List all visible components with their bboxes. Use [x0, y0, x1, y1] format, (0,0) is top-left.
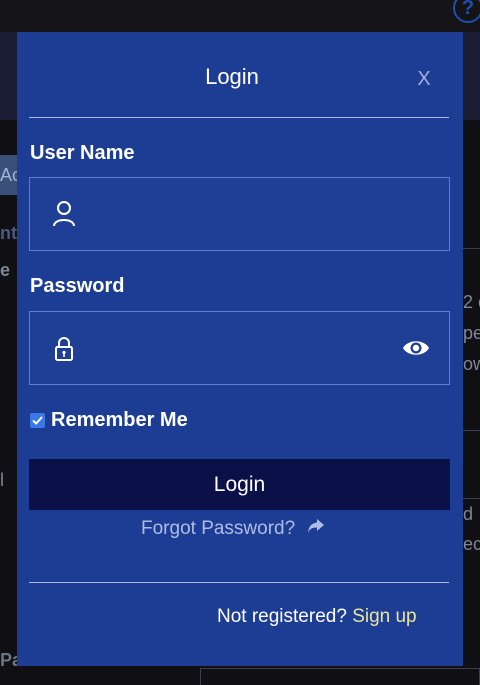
background-divider: [462, 498, 480, 499]
background-text: ec: [463, 534, 480, 554]
username-input[interactable]: [90, 178, 390, 250]
background-topbar: [0, 0, 480, 32]
username-label: User Name: [30, 142, 135, 164]
background-text: e: [0, 260, 11, 280]
remember-me-checkbox[interactable]: [30, 412, 45, 428]
background-divider: [462, 430, 480, 431]
login-modal: Login X User Name Password Remember Me L…: [17, 32, 463, 666]
password-label: Password: [30, 275, 125, 297]
background-box: [200, 668, 480, 685]
remember-me-label[interactable]: Remember Me: [51, 409, 188, 432]
forgot-password-label[interactable]: Forgot Password?: [141, 518, 295, 540]
background-text: 2 c: [463, 292, 480, 312]
background-text: pe: [463, 323, 480, 343]
header-divider: [29, 117, 449, 118]
background-text: ow: [463, 354, 480, 374]
lock-icon: [54, 336, 74, 367]
user-icon: [52, 200, 76, 233]
password-input[interactable]: [90, 312, 390, 384]
close-button[interactable]: X: [414, 68, 434, 90]
forgot-password-link[interactable]: Forgot Password?: [141, 516, 325, 542]
background-text: nt: [0, 223, 17, 243]
footer-divider: [29, 582, 449, 583]
modal-title: Login: [205, 64, 259, 89]
share-arrow-icon: [307, 518, 325, 540]
username-field[interactable]: [29, 177, 450, 251]
background-divider: [462, 248, 480, 249]
footer: Not registered? Sign up: [217, 606, 417, 628]
background-text: l: [0, 470, 4, 490]
background-text: d: [463, 504, 474, 524]
login-button[interactable]: Login: [29, 459, 450, 510]
password-field[interactable]: [29, 311, 450, 385]
not-registered-text: Not registered?: [217, 606, 347, 627]
remember-me-row: Remember Me: [30, 408, 188, 432]
signup-link[interactable]: Sign up: [352, 606, 416, 627]
eye-icon[interactable]: [402, 337, 430, 364]
